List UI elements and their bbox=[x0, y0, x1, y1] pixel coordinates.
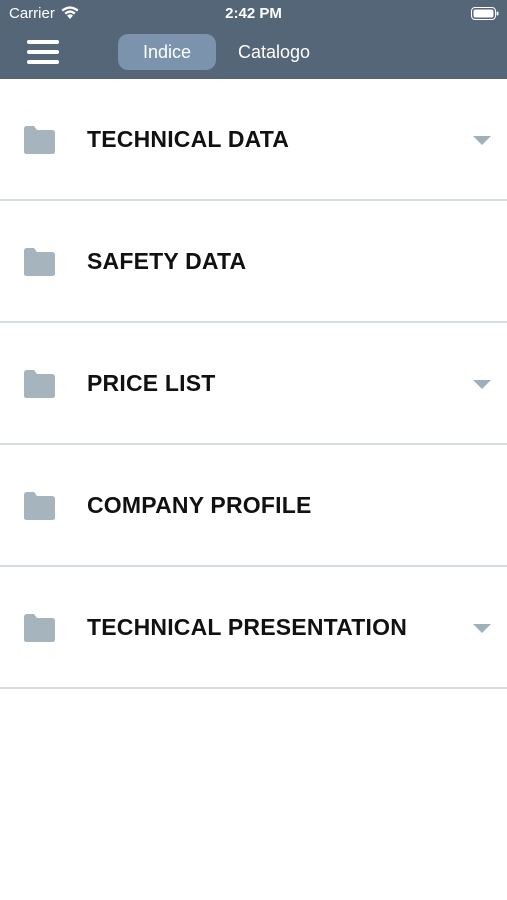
folder-icon bbox=[24, 614, 55, 642]
list-item-safety-data[interactable]: SAFETY DATA bbox=[0, 201, 507, 323]
menu-bar-line bbox=[27, 50, 59, 54]
chevron-down-icon[interactable] bbox=[473, 624, 491, 633]
battery-icon bbox=[471, 7, 499, 20]
folder-icon bbox=[24, 126, 55, 154]
chevron-down-icon[interactable] bbox=[473, 136, 491, 145]
list-item-price-list[interactable]: PRICE LIST bbox=[0, 323, 507, 445]
clock-time: 2:42 PM bbox=[225, 5, 282, 22]
menu-bar-line bbox=[27, 60, 59, 64]
folder-list: TECHNICAL DATA SAFETY DATA PRICE LIST CO… bbox=[0, 79, 507, 689]
menu-bar-line bbox=[27, 40, 59, 44]
list-item-technical-presentation[interactable]: TECHNICAL PRESENTATION bbox=[0, 567, 507, 689]
folder-icon bbox=[24, 248, 55, 276]
top-bar: Carrier 2:42 PM Indice Catalogo bbox=[0, 0, 507, 79]
hamburger-menu-icon[interactable] bbox=[27, 38, 59, 66]
tab-catalogo[interactable]: Catalogo bbox=[222, 34, 326, 70]
folder-icon bbox=[24, 370, 55, 398]
list-item-label: PRICE LIST bbox=[87, 370, 216, 396]
list-item-company-profile[interactable]: COMPANY PROFILE bbox=[0, 445, 507, 567]
list-item-technical-data[interactable]: TECHNICAL DATA bbox=[0, 79, 507, 201]
list-item-label: SAFETY DATA bbox=[87, 248, 247, 274]
tab-indice[interactable]: Indice bbox=[118, 34, 216, 70]
list-item-label: TECHNICAL PRESENTATION bbox=[87, 614, 408, 640]
status-bar: Carrier 2:42 PM bbox=[0, 0, 507, 28]
list-item-label: COMPANY PROFILE bbox=[87, 492, 312, 518]
chevron-down-icon[interactable] bbox=[473, 380, 491, 389]
folder-icon bbox=[24, 492, 55, 520]
list-item-label: TECHNICAL DATA bbox=[87, 126, 290, 152]
